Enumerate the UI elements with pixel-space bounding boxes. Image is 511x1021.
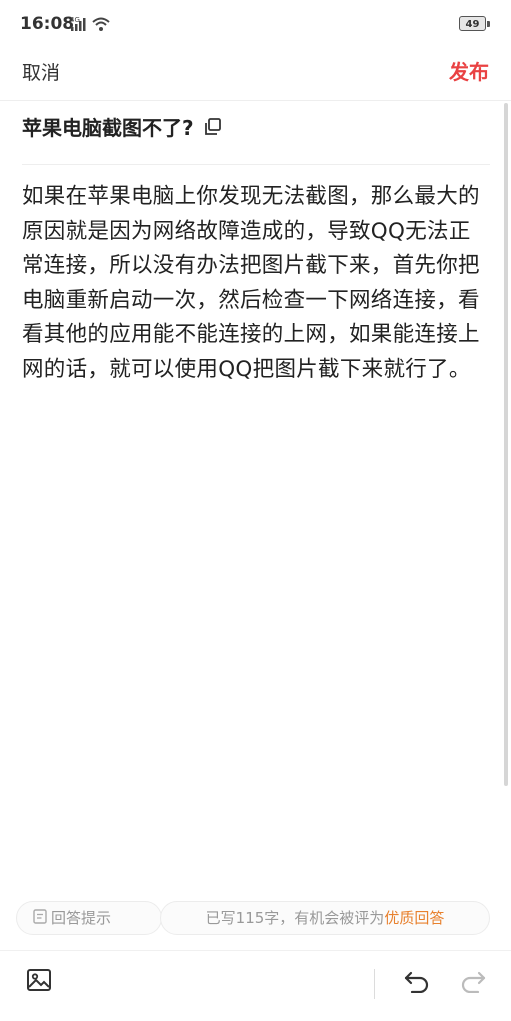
answer-editor[interactable]: 如果在苹果电脑上你发现无法截图，那么最大的原因就是因为网络故障造成的，导致QQ无… [22, 180, 492, 388]
network-type-label: 4G [70, 16, 80, 24]
bottom-toolbar [0, 950, 511, 1021]
publish-button[interactable]: 发布 [449, 56, 489, 85]
toolbar-divider [374, 969, 375, 999]
question-title: 苹果电脑截图不了? [22, 116, 194, 140]
copy-icon[interactable] [203, 117, 223, 137]
status-bar: 16:08 4G 49 [0, 0, 511, 48]
word-count-hint: 已写115字，有机会被评为优质回答 [160, 901, 490, 935]
top-nav: 取消 发布 [0, 48, 511, 101]
question-header: 苹果电脑截图不了? [22, 112, 490, 165]
scrollbar[interactable] [504, 103, 508, 786]
doc-icon [33, 903, 47, 935]
quality-answer-label: 优质回答 [384, 909, 445, 927]
signal-icon: 4G [70, 16, 114, 36]
wifi-icon [92, 17, 110, 31]
cancel-button[interactable]: 取消 [22, 58, 60, 85]
battery-indicator: 49 [459, 16, 490, 31]
image-icon[interactable] [26, 967, 52, 997]
status-time: 16:08 [20, 14, 75, 34]
answer-tips-button[interactable]: 回答提示 [16, 901, 162, 935]
answer-tips-label: 回答提示 [51, 909, 112, 927]
word-count-text: 已写115字，有机会被评为 [205, 909, 385, 927]
undo-icon[interactable] [403, 967, 431, 997]
redo-icon[interactable] [459, 967, 487, 997]
